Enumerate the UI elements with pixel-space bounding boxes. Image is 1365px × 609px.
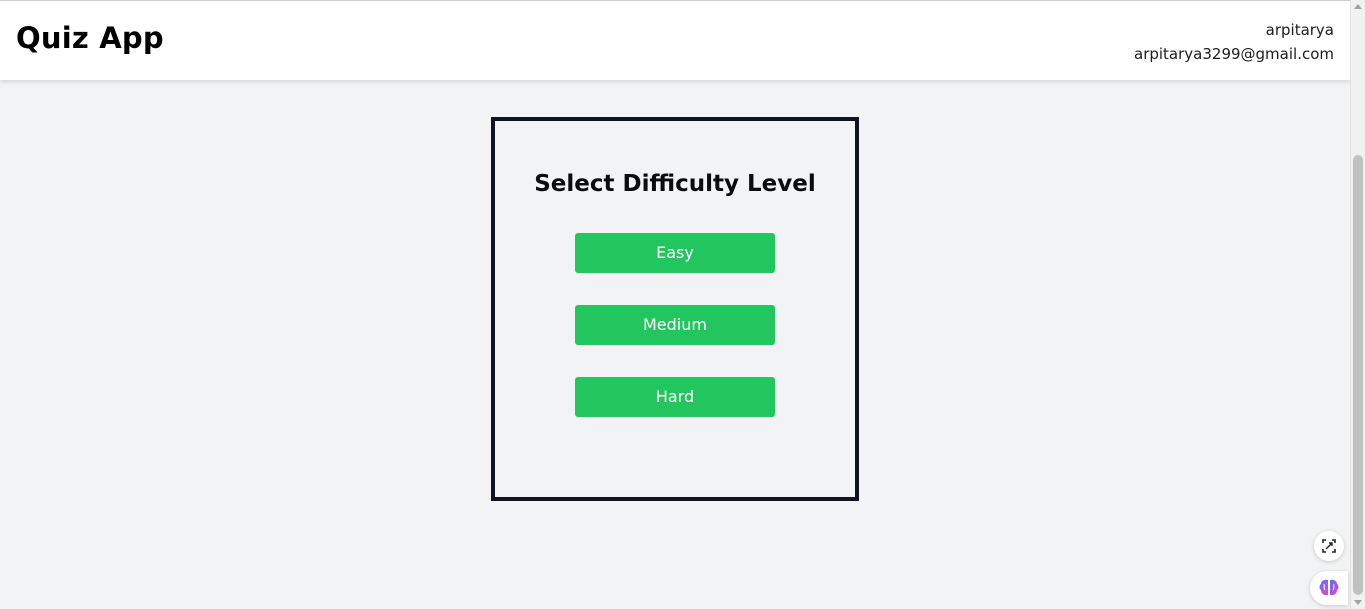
top-header: Quiz App arpitarya arpitarya3299@gmail.c… [0, 0, 1350, 80]
app-title: Quiz App [16, 21, 164, 55]
user-email: arpitarya3299@gmail.com [1134, 45, 1334, 63]
scrollbar-thumb[interactable] [1353, 155, 1363, 595]
user-info: arpitarya arpitarya3299@gmail.com [1134, 18, 1334, 66]
medium-button[interactable]: Medium [575, 305, 775, 345]
difficulty-card: Select Difficulty Level Easy Medium Hard [491, 117, 859, 501]
scroll-down-arrow-icon[interactable] [1354, 600, 1362, 605]
easy-button[interactable]: Easy [575, 233, 775, 273]
hard-button[interactable]: Hard [575, 377, 775, 417]
brain-extension-icon [1319, 579, 1339, 596]
screen-capture-button[interactable] [1314, 531, 1344, 561]
username: arpitarya [1265, 21, 1334, 39]
difficulty-title: Select Difficulty Level [534, 171, 816, 197]
scroll-up-arrow-icon[interactable] [1354, 4, 1362, 9]
brain-extension-button[interactable] [1310, 571, 1348, 605]
screen-capture-icon [1322, 539, 1336, 553]
page: Quiz App arpitarya arpitarya3299@gmail.c… [0, 0, 1365, 609]
vertical-scrollbar[interactable] [1350, 0, 1365, 609]
